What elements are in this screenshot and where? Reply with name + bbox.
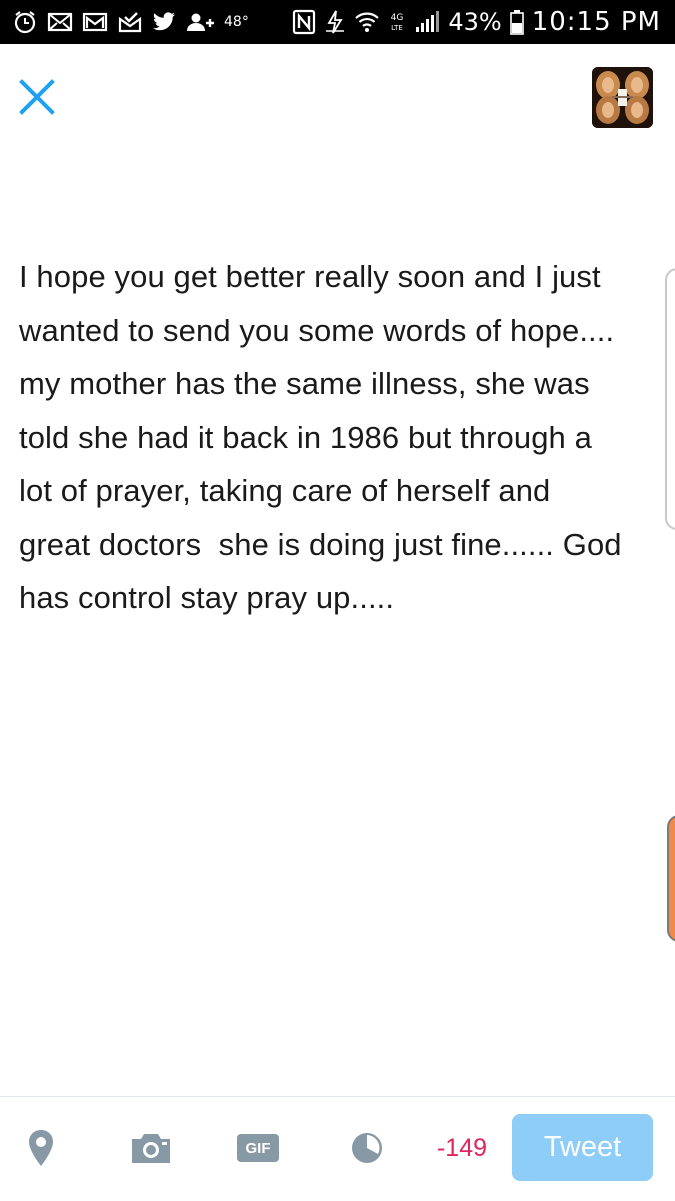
alarm-icon [12, 9, 38, 35]
camera-icon [132, 1134, 170, 1163]
close-button[interactable] [16, 76, 58, 118]
status-bar-system: 4G LTE 43% 10:15 PM [292, 0, 661, 44]
tweet-button[interactable]: Tweet [512, 1114, 653, 1181]
inbox-check-icon [117, 9, 143, 35]
gmail-icon [82, 9, 108, 35]
signal-icon [414, 9, 440, 35]
clock: 10:15 PM [531, 7, 661, 37]
edge-panel-handle-orange[interactable] [667, 815, 675, 942]
poll-icon [352, 1133, 382, 1163]
close-icon [19, 79, 55, 115]
profile-avatar[interactable] [592, 67, 653, 128]
nfc-icon [292, 9, 316, 35]
location-pin-icon [29, 1130, 53, 1166]
gif-label: GIF [245, 1139, 271, 1157]
svg-text:LTE: LTE [392, 24, 404, 32]
data-icon [324, 9, 346, 35]
location-button[interactable] [22, 1126, 60, 1170]
svg-text:4G: 4G [391, 13, 404, 23]
twitter-icon [152, 9, 176, 35]
battery-icon [509, 9, 524, 35]
character-counter: -149 [436, 1133, 488, 1162]
wifi-icon [354, 9, 380, 35]
temperature: 48° [224, 14, 249, 30]
compose-textarea[interactable]: I hope you get better really soon and I … [19, 250, 659, 625]
email-icon [47, 9, 73, 35]
gif-icon: GIF [237, 1134, 279, 1162]
gif-button[interactable]: GIF [236, 1133, 280, 1163]
status-bar-notifications: 48° [12, 0, 249, 44]
poll-button[interactable] [349, 1130, 385, 1166]
battery-percent: 43% [448, 8, 502, 36]
camera-button[interactable] [128, 1130, 174, 1166]
4g-lte-icon: 4G LTE [388, 9, 406, 35]
edge-panel-handle[interactable] [665, 268, 675, 530]
add-person-icon [185, 9, 215, 35]
status-bar: 48° 4G LTE 43% 10:15 PM [0, 0, 675, 44]
